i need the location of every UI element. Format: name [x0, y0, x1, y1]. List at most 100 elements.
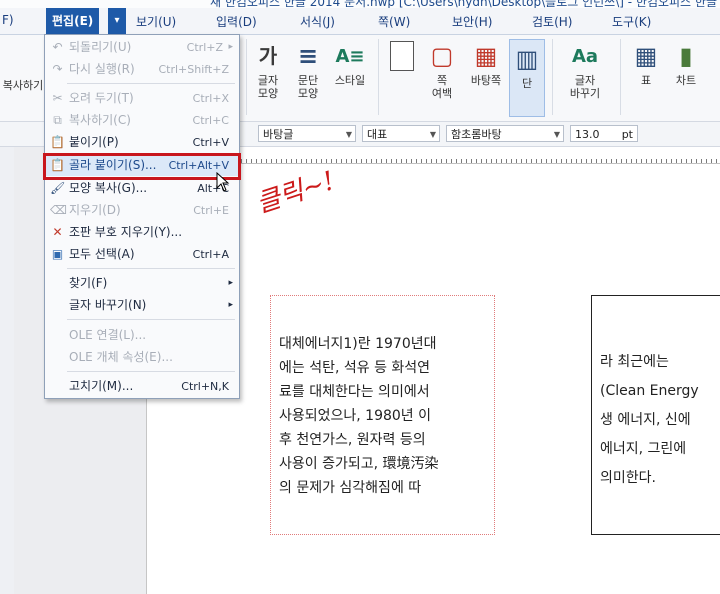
char-shape-label: 글자 모양 [257, 74, 279, 100]
menu-item-label: 복사하기(C) [69, 113, 131, 127]
text-line: 생 에너지, 신에 [600, 412, 691, 428]
menu-item-label: 찾기(F) [69, 276, 108, 290]
column-button[interactable]: ▥ 단 [509, 39, 545, 117]
chart-button[interactable]: ▮ 차트 [668, 41, 704, 88]
menu-item-shortcut: Ctrl+C [192, 114, 229, 127]
text-line: 사용되었으나, 1980년 이 [279, 408, 432, 424]
copy-ribbon-button[interactable]: 복사하기 [0, 79, 46, 92]
page-margin-button[interactable]: ▢ 쪽 여백 [422, 41, 462, 101]
menu-item-shortcut: Ctrl+A [192, 248, 229, 261]
menu-separator [67, 83, 235, 84]
table-label: 표 [640, 74, 652, 87]
menu-item-copy[interactable]: ⧉ 복사하기(C) Ctrl+C [45, 110, 239, 131]
menu-item-label: 모두 선택(A) [69, 247, 135, 261]
menu-item-cut[interactable]: ✂ 오려 두기(T) Ctrl+X [45, 88, 239, 109]
menu-insert[interactable]: 입력(D) [216, 13, 257, 30]
ribbon-separator [552, 39, 553, 115]
menu-item-label: 고치기(M)... [69, 379, 134, 393]
text-line: 라 최근에는 [600, 354, 669, 370]
chevron-down-icon: ▼ [553, 130, 560, 139]
replace-label: 글자 바꾸기 [569, 74, 601, 100]
font-size-input[interactable]: 13.0 pt [570, 125, 638, 142]
char-shape-button[interactable]: 가 글자 모양 [250, 41, 286, 101]
menu-item-select-all[interactable]: ▣ 모두 선택(A) Ctrl+A [45, 244, 239, 265]
highlight-box [43, 153, 241, 180]
copy-icon: ⧉ [53, 113, 62, 127]
table-icon: ▦ [634, 41, 658, 70]
master-page-button[interactable]: ▦ 바탕쪽 [464, 41, 508, 88]
replace-button[interactable]: Aa 글자 바꾸기 [560, 41, 610, 100]
char-shape-icon: 가 [258, 43, 278, 68]
para-shape-button[interactable]: ≡ 문단 모양 [290, 41, 326, 101]
menu-file-fragment[interactable]: F) [2, 13, 14, 27]
style-button[interactable]: A≡ 스타일 [330, 41, 370, 87]
menu-item-shortcut: Ctrl+E [193, 204, 229, 217]
table-button[interactable]: ▦ 표 [628, 41, 664, 88]
menu-item-edit-object[interactable]: 고치기(M)... Ctrl+N,K [45, 376, 239, 397]
clear-marks-icon: ✕ [52, 225, 63, 239]
menu-item-ole-properties[interactable]: OLE 개체 속성(E)... [45, 347, 239, 368]
font-size-value: 13.0 [575, 128, 600, 141]
menu-page[interactable]: 쪽(W) [378, 13, 410, 30]
chevron-down-icon: ▼ [429, 130, 436, 139]
menu-item-ole-link[interactable]: OLE 연결(L)... [45, 325, 239, 346]
ribbon-separator [246, 39, 247, 115]
menu-item-label: 조판 부호 지우기(Y)... [69, 225, 183, 239]
text-column-2[interactable]: 라 최근에는 (Clean Energy 생 에너지, 신에 에너지, 그린에 … [591, 295, 720, 535]
text-line: 후 천연가스, 원자력 등의 [279, 432, 426, 448]
font-select[interactable]: 함초롬바탕 ▼ [446, 125, 564, 142]
menu-item-redo[interactable]: ↷ 다시 실행(R) Ctrl+Shift+Z [45, 59, 239, 80]
menu-item-replace[interactable]: 글자 바꾸기(N) ▸ [45, 295, 239, 316]
menu-item-find[interactable]: 찾기(F) ▸ [45, 273, 239, 294]
menu-item-shortcut: Ctrl+Z [186, 41, 223, 54]
style-icon: A≡ [335, 45, 365, 67]
language-select-value: 대표 [367, 128, 388, 141]
submenu-arrow-icon: ▸ [228, 278, 233, 288]
format-painter-icon: 🖌 [50, 181, 66, 195]
chevron-down-icon[interactable]: ▾ [108, 8, 126, 34]
cut-icon: ✂ [52, 91, 63, 105]
ribbon-separator [620, 39, 621, 115]
text-line: 대체에너지1)란 1970년대 [279, 336, 437, 352]
menu-view[interactable]: 보기(U) [136, 13, 176, 30]
style-label: 스타일 [334, 74, 366, 87]
page-margin-icon: ▢ [430, 41, 454, 70]
chart-icon: ▮ [679, 41, 693, 70]
menu-security[interactable]: 보안(H) [452, 13, 492, 30]
style-select[interactable]: 바탕글 ▼ [258, 125, 356, 142]
menu-separator [67, 268, 235, 269]
language-select[interactable]: 대표 ▼ [362, 125, 440, 142]
copy-ribbon-label: 복사하기 [2, 79, 44, 92]
menu-item-label: OLE 연결(L)... [69, 328, 147, 342]
undo-icon: ↶ [52, 40, 63, 54]
menu-item-label: 붙이기(P) [69, 135, 119, 149]
column-label: 단 [521, 77, 533, 90]
menu-item-shortcut: Ctrl+N,K [181, 380, 229, 393]
menu-item-format-copy[interactable]: 🖌 모양 복사(G)... Alt+C [45, 178, 239, 199]
menu-item-delete[interactable]: ⌫ 지우기(D) Ctrl+E [45, 200, 239, 221]
ribbon-separator [378, 39, 379, 115]
menu-item-paste[interactable]: 📋 붙이기(P) Ctrl+V [45, 132, 239, 153]
page-setup-button[interactable] [384, 41, 420, 71]
text-line: 의 문제가 심각해짐에 따 [279, 480, 422, 496]
text-line: 료를 대체한다는 의미에서 [279, 384, 430, 400]
menu-item-undo[interactable]: ↶ 되돌리기(U) Ctrl+Z ▸ [45, 37, 239, 58]
chart-label: 차트 [675, 74, 697, 87]
submenu-arrow-icon: ▸ [228, 300, 233, 310]
menu-review[interactable]: 검토(H) [532, 13, 572, 30]
menu-item-label: 되돌리기(U) [69, 40, 132, 54]
mouse-cursor-icon [216, 171, 230, 195]
menu-item-shortcut: Ctrl+V [192, 136, 229, 149]
menu-format[interactable]: 서식(J) [300, 13, 335, 30]
master-page-icon: ▦ [474, 41, 498, 70]
font-select-value: 함초롬바탕 [451, 128, 502, 141]
vertical-ruler [0, 147, 15, 594]
menu-edit[interactable]: 편집(E) [46, 8, 100, 34]
menu-item-clear-marks[interactable]: ✕ 조판 부호 지우기(Y)... [45, 222, 239, 243]
select-all-icon: ▣ [51, 247, 64, 261]
menu-item-shortcut: Ctrl+Shift+Z [158, 63, 229, 76]
text-column-1[interactable]: 대체에너지1)란 1970년대 에는 석탄, 석유 등 화석연 료를 대체한다는… [270, 295, 495, 535]
window-title: 새 한컴오피스 한글 2014 문서.hwp [C:\Users\hydn\De… [210, 0, 717, 8]
menu-tools[interactable]: 도구(K) [612, 13, 651, 30]
chevron-down-icon: ▼ [345, 130, 352, 139]
